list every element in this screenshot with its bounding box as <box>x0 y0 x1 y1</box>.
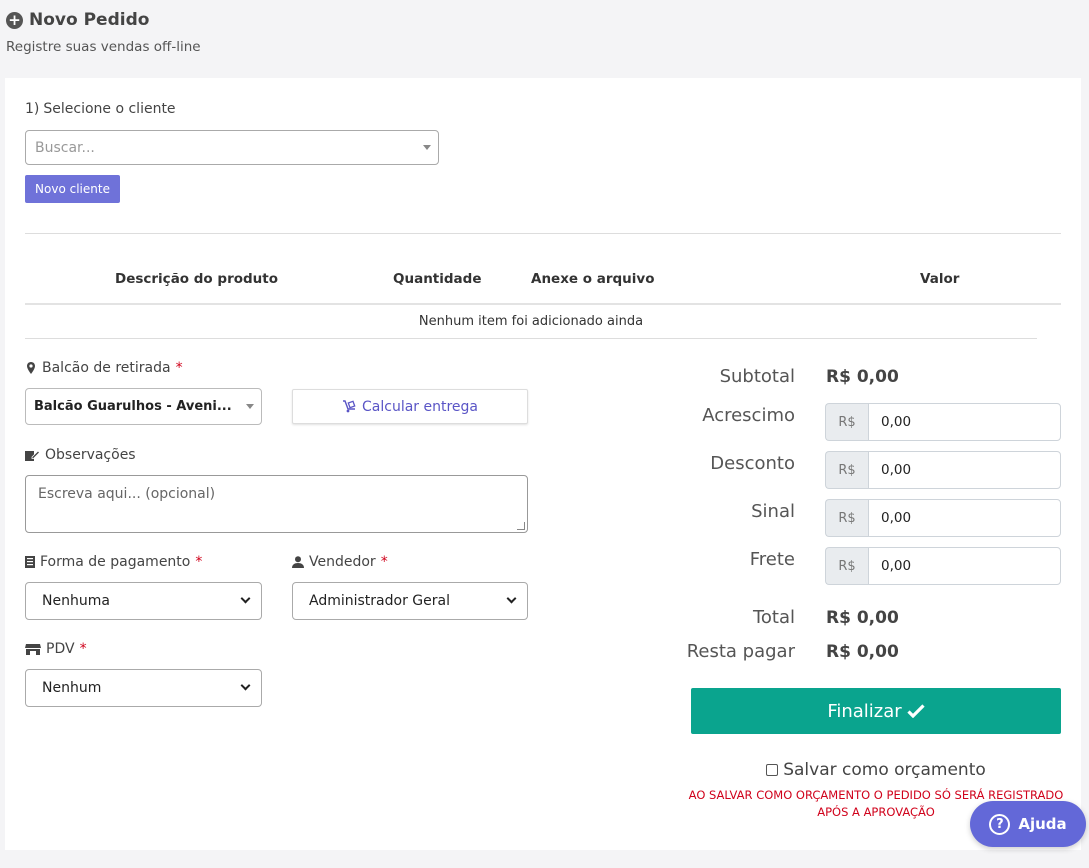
frete-input[interactable]: 0,00 <box>868 547 1061 585</box>
th-description: Descrição do produto <box>115 271 279 287</box>
payment-value: Nenhuma <box>42 593 110 609</box>
frete-input-group: R$ 0,00 <box>825 547 1061 585</box>
chevron-down-icon <box>240 593 251 604</box>
client-search-select[interactable]: Buscar... <box>25 130 439 165</box>
resize-handle[interactable] <box>517 522 525 530</box>
pickup-select[interactable]: Balcão Guarulhos - Aveni... <box>25 388 262 425</box>
check-icon <box>907 704 925 718</box>
page-title-text: Novo Pedido <box>29 10 150 30</box>
payment-select[interactable]: Nenhuma <box>25 582 262 620</box>
desconto-label: Desconto <box>710 453 795 474</box>
order-card: 1) Selecione o cliente Buscar... Novo cl… <box>5 78 1081 850</box>
finalize-button[interactable]: Finalizar <box>691 688 1061 734</box>
currency-addon: R$ <box>825 451 868 489</box>
pdv-select[interactable]: Nenhum <box>25 669 262 707</box>
save-quote-label[interactable]: Salvar como orçamento <box>783 760 986 780</box>
page-subtitle: Registre suas vendas off-line <box>6 39 201 55</box>
acrescimo-input-group: R$ 0,00 <box>825 403 1061 441</box>
required-mark: * <box>195 554 203 570</box>
pickup-value: Balcão Guarulhos - Aveni... <box>34 399 232 414</box>
desconto-input-group: R$ 0,00 <box>825 451 1061 489</box>
help-button[interactable]: ? Ajuda <box>970 801 1086 847</box>
sinal-input-group: R$ 0,00 <box>825 499 1061 537</box>
sinal-input[interactable]: 0,00 <box>868 499 1061 537</box>
notes-label: Observações <box>25 447 136 463</box>
client-step-label: 1) Selecione o cliente <box>25 101 176 117</box>
question-circle-icon: ? <box>989 813 1011 835</box>
acrescimo-label: Acrescimo <box>702 405 795 426</box>
seller-label: Vendedor * <box>292 554 388 570</box>
total-value: R$ 0,00 <box>826 608 899 628</box>
th-value: Valor <box>920 271 960 287</box>
list-icon <box>25 556 35 568</box>
subtotal-value: R$ 0,00 <box>826 367 899 387</box>
new-client-button[interactable]: Novo cliente <box>25 175 120 203</box>
chevron-down-icon <box>240 680 251 691</box>
store-icon <box>25 644 41 655</box>
client-search-placeholder: Buscar... <box>35 139 95 156</box>
table-bottom-border <box>25 338 1037 339</box>
page-title: + Novo Pedido <box>6 10 201 30</box>
save-quote-checkbox[interactable] <box>766 764 779 776</box>
resta-pagar-value: R$ 0,00 <box>826 642 899 662</box>
sinal-label: Sinal <box>751 501 795 522</box>
total-label: Total <box>752 607 795 628</box>
subtotal-label: Subtotal <box>719 366 795 387</box>
pickup-label: Balcão de retirada * <box>25 360 183 376</box>
chevron-down-icon <box>506 593 517 604</box>
currency-addon: R$ <box>825 499 868 537</box>
resta-pagar-label: Resta pagar <box>686 641 795 662</box>
dropdown-caret-icon <box>246 404 254 409</box>
map-marker-icon <box>27 362 35 374</box>
seller-select[interactable]: Administrador Geral <box>292 582 528 620</box>
pdv-label-text: PDV <box>46 641 75 657</box>
save-quote-row: Salvar como orçamento <box>691 760 1061 780</box>
calculate-delivery-label: Calcular entrega <box>362 398 478 415</box>
payment-label: Forma de pagamento * <box>25 554 202 570</box>
pickup-label-text: Balcão de retirada <box>42 360 171 376</box>
payment-label-text: Forma de pagamento <box>40 554 191 570</box>
required-mark: * <box>79 641 87 657</box>
dolly-icon <box>343 400 356 413</box>
edit-icon <box>25 450 40 461</box>
table-header-border <box>25 303 1061 305</box>
th-attachment: Anexe o arquivo <box>531 271 655 287</box>
pdv-label: PDV * <box>25 641 87 657</box>
plus-circle-icon: + <box>6 11 23 29</box>
th-quantity: Quantidade <box>393 271 482 287</box>
seller-label-text: Vendedor <box>309 554 376 570</box>
dropdown-caret-icon <box>423 145 431 150</box>
help-label: Ajuda <box>1018 815 1067 833</box>
desconto-input[interactable]: 0,00 <box>868 451 1061 489</box>
required-mark: * <box>175 360 183 376</box>
calculate-delivery-button[interactable]: Calcular entrega <box>292 389 528 424</box>
empty-table-message: Nenhum item foi adicionado ainda <box>418 314 644 329</box>
seller-value: Administrador Geral <box>309 593 450 609</box>
finalize-label: Finalizar <box>827 700 902 722</box>
acrescimo-input[interactable]: 0,00 <box>868 403 1061 441</box>
step-text: Selecione o cliente <box>43 101 176 117</box>
notes-label-text: Observações <box>45 447 136 463</box>
pdv-value: Nenhum <box>42 680 102 696</box>
required-mark: * <box>380 554 388 570</box>
step-number: 1) <box>25 101 40 117</box>
currency-addon: R$ <box>825 547 868 585</box>
frete-label: Frete <box>749 549 795 570</box>
user-icon <box>292 556 304 568</box>
page-header: + Novo Pedido Registre suas vendas off-l… <box>6 10 201 55</box>
notes-textarea[interactable]: Escreva aqui... (opcional) <box>25 475 528 533</box>
currency-addon: R$ <box>825 403 868 441</box>
divider <box>25 233 1061 234</box>
notes-placeholder: Escreva aqui... (opcional) <box>38 486 216 502</box>
